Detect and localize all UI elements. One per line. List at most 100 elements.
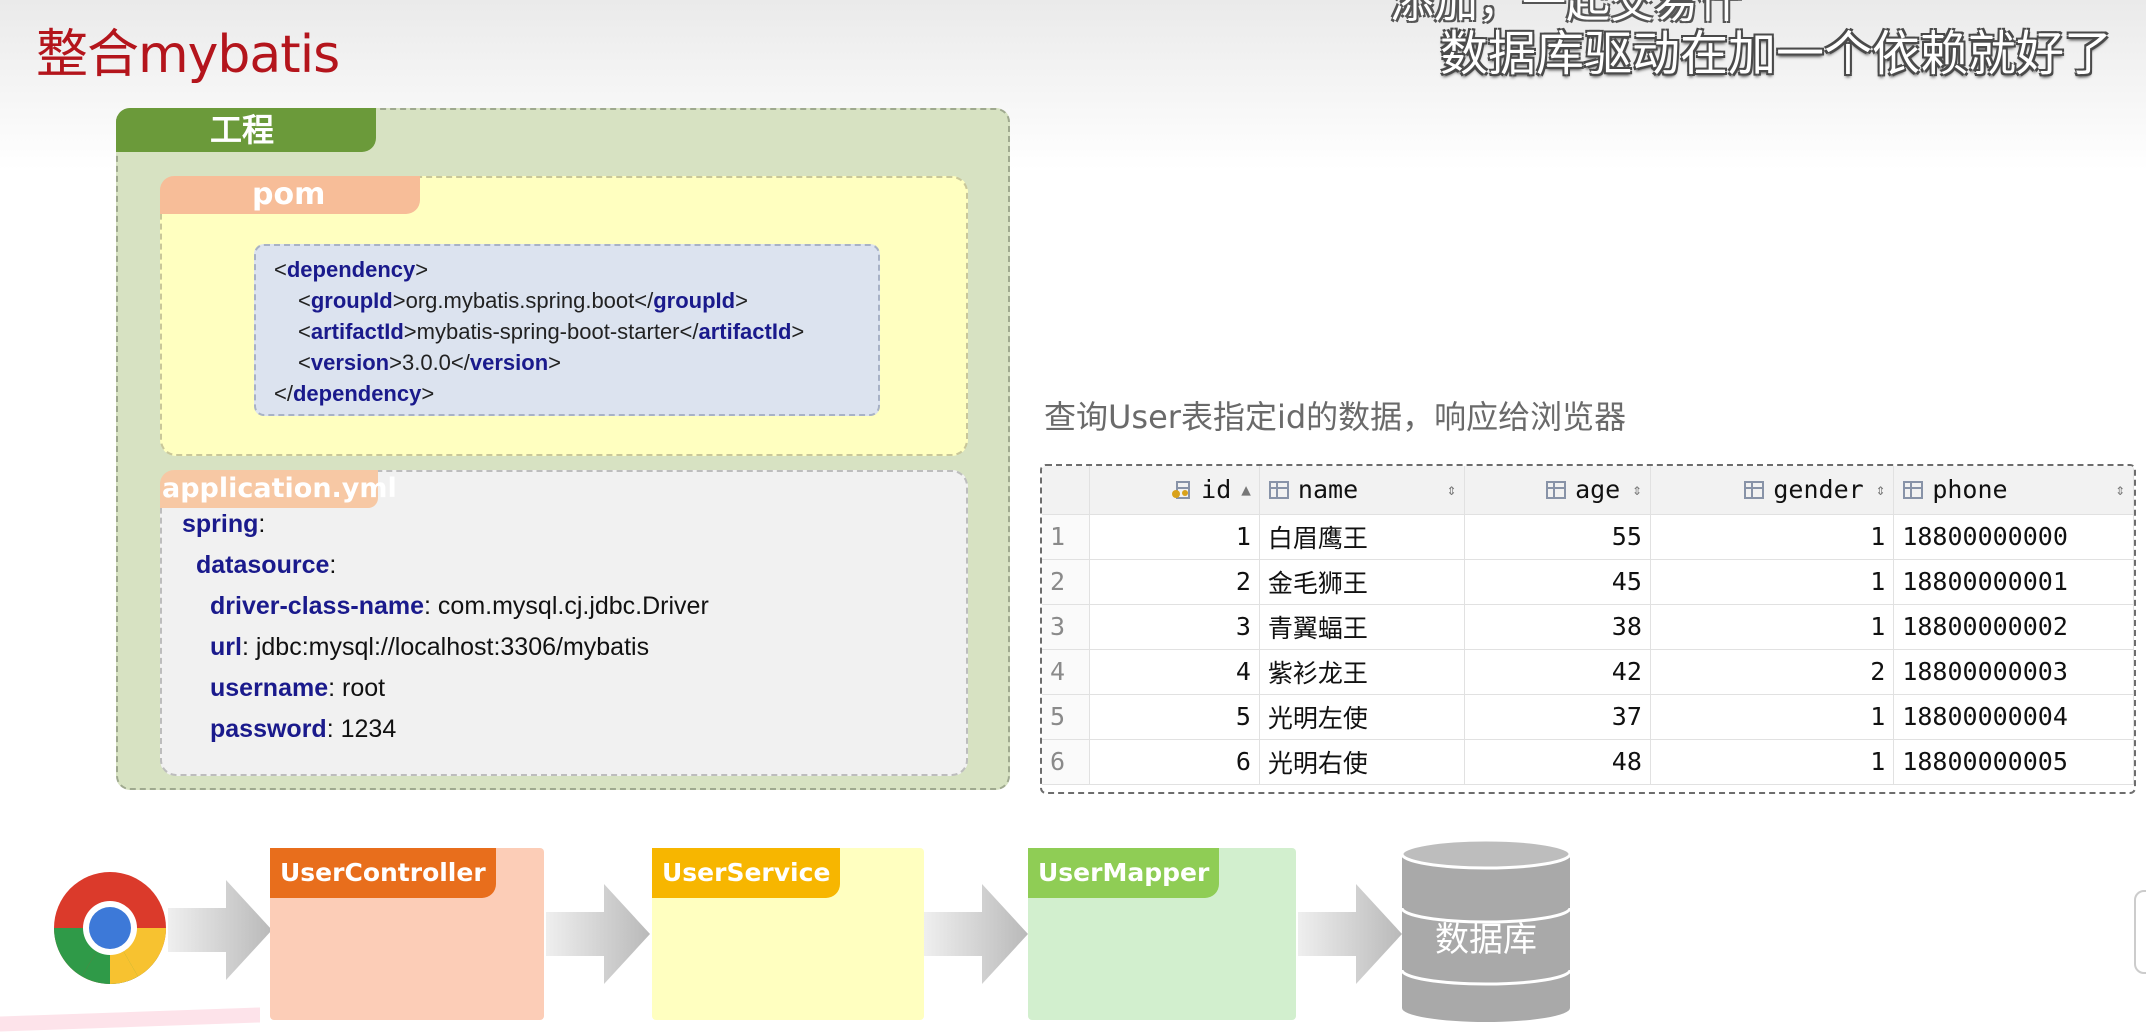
decorative-strip: [0, 1007, 260, 1032]
yml-line: username: root: [210, 674, 386, 702]
cell-id[interactable]: 5: [1089, 694, 1260, 740]
cell-gender[interactable]: 1: [1650, 694, 1895, 740]
sort-icon[interactable]: ⇕: [1876, 480, 1886, 499]
userservice-label: UserService: [652, 848, 841, 898]
row-number: 1: [1042, 514, 1091, 560]
column-icon: [1744, 480, 1765, 499]
result-grid: id ▲ name ⇕ age ⇕ gender ⇕ phone ⇕ 1 1 白…: [1040, 464, 2136, 794]
cell-age[interactable]: 38: [1464, 604, 1651, 650]
cell-id[interactable]: 3: [1089, 604, 1260, 650]
cell-name[interactable]: 白眉鹰王: [1259, 514, 1466, 560]
yml-line: url: jdbc:mysql://localhost:3306/mybatis: [210, 633, 650, 661]
cell-age[interactable]: 45: [1464, 559, 1651, 605]
chrome-browser-icon: [54, 872, 166, 985]
sort-icon[interactable]: ⇕: [1632, 480, 1642, 499]
row-number: 6: [1042, 739, 1091, 785]
yml-line: spring:: [182, 510, 266, 538]
yml-line: password: 1234: [210, 715, 397, 743]
code-line: <artifactId>mybatis-spring-boot-starter<…: [298, 319, 805, 344]
column-header-name[interactable]: name ⇕: [1259, 466, 1466, 515]
column-label: name: [1297, 475, 1359, 505]
row-number: 5: [1042, 694, 1091, 740]
yml-code: spring: datasource: driver-class-name: c…: [182, 504, 709, 750]
yml-line: driver-class-name: com.mysql.cj.jdbc.Dri…: [210, 592, 709, 620]
cell-name[interactable]: 光明右使: [1259, 739, 1466, 785]
yml-line: datasource:: [196, 551, 337, 579]
cell-age[interactable]: 42: [1464, 649, 1651, 695]
table-row[interactable]: 4 4 紫衫龙王 42 2 18800000003: [1042, 649, 2134, 695]
row-number: 3: [1042, 604, 1091, 650]
pom-tag: pom: [160, 176, 420, 214]
flow-arrow: [924, 884, 1028, 984]
database-label: 数据库: [1435, 920, 1537, 960]
cell-gender[interactable]: 2: [1650, 649, 1895, 695]
column-icon: [1903, 480, 1924, 499]
cell-id[interactable]: 6: [1089, 739, 1260, 785]
yml-panel: application.yml spring: datasource: driv…: [160, 470, 968, 776]
cell-phone[interactable]: 18800000004: [1893, 694, 2134, 740]
slide-title: 整合mybatis: [36, 25, 340, 85]
column-label: id: [1201, 475, 1232, 505]
table-row[interactable]: 5 5 光明左使 37 1 18800000004: [1042, 694, 2134, 740]
video-subtitle: 数据库驱动在加一个依赖就好了: [1440, 26, 2113, 82]
project-tag: 工程: [116, 108, 376, 152]
cell-age[interactable]: 37: [1464, 694, 1651, 740]
cell-name[interactable]: 金毛狮王: [1259, 559, 1466, 605]
flow-arrow: [546, 884, 650, 984]
table-row[interactable]: 1 1 白眉鹰王 55 1 18800000000: [1042, 514, 2134, 560]
cell-age[interactable]: 48: [1464, 739, 1651, 785]
column-header-id[interactable]: id ▲: [1089, 466, 1260, 515]
cell-gender[interactable]: 1: [1650, 559, 1895, 605]
primary-key-icon: [1172, 480, 1191, 499]
cell-id[interactable]: 4: [1089, 649, 1260, 695]
cell-id[interactable]: 2: [1089, 559, 1260, 605]
cell-name[interactable]: 紫衫龙王: [1259, 649, 1466, 695]
sort-icon[interactable]: ⇕: [2115, 480, 2125, 499]
yml-tag: application.yml: [160, 470, 397, 508]
result-table: id ▲ name ⇕ age ⇕ gender ⇕ phone ⇕ 1 1 白…: [1042, 466, 2134, 785]
cell-gender[interactable]: 1: [1650, 739, 1895, 785]
code-line: </dependency>: [274, 381, 435, 406]
column-header-age[interactable]: age ⇕: [1464, 466, 1651, 515]
flow-arrow: [1298, 884, 1402, 984]
dependency-code: <dependency> <groupId>org.mybatis.spring…: [254, 244, 880, 416]
table-row[interactable]: 3 3 青翼蝠王 38 1 18800000002: [1042, 604, 2134, 650]
table-row[interactable]: 2 2 金毛狮王 45 1 18800000001: [1042, 559, 2134, 605]
table-row[interactable]: 6 6 光明右使 48 1 18800000005: [1042, 739, 2134, 785]
query-caption: 查询User表指定id的数据，响应给浏览器: [1044, 398, 1627, 436]
row-number: 2: [1042, 559, 1091, 605]
usercontroller-box: UserController: [270, 848, 544, 1020]
column-header-phone[interactable]: phone ⇕: [1893, 466, 2134, 515]
cell-id[interactable]: 1: [1089, 514, 1260, 560]
usercontroller-label: UserController: [270, 848, 496, 898]
row-number: 4: [1042, 649, 1091, 695]
column-label: age: [1575, 475, 1621, 505]
column-header-gender[interactable]: gender ⇕: [1650, 466, 1895, 515]
code-line: <dependency>: [274, 257, 429, 282]
cell-name[interactable]: 光明左使: [1259, 694, 1466, 740]
column-icon: [1268, 480, 1289, 499]
userservice-box: UserService: [652, 848, 924, 1020]
column-label: phone: [1932, 475, 2008, 505]
cell-phone[interactable]: 18800000002: [1893, 604, 2134, 650]
cell-phone[interactable]: 18800000003: [1893, 649, 2134, 695]
cell-phone[interactable]: 18800000001: [1893, 559, 2134, 605]
column-icon: [1546, 480, 1567, 499]
code-line: <groupId>org.mybatis.spring.boot</groupI…: [298, 288, 748, 313]
row-number-header: [1042, 466, 1091, 515]
cell-phone[interactable]: 18800000000: [1893, 514, 2134, 560]
edge-widget[interactable]: [2134, 890, 2146, 974]
table-header-row: id ▲ name ⇕ age ⇕ gender ⇕ phone ⇕: [1042, 466, 2134, 515]
project-panel: 工程 pom <dependency> <groupId>org.mybatis…: [116, 108, 1010, 790]
cell-gender[interactable]: 1: [1650, 514, 1895, 560]
cell-name[interactable]: 青翼蝠王: [1259, 604, 1466, 650]
cell-gender[interactable]: 1: [1650, 604, 1895, 650]
cell-phone[interactable]: 18800000005: [1893, 739, 2134, 785]
usermapper-box: UserMapper: [1028, 848, 1296, 1020]
column-label: gender: [1773, 475, 1864, 505]
sort-asc-icon[interactable]: ▲: [1241, 480, 1251, 499]
flow-arrow: [168, 880, 272, 980]
sort-icon[interactable]: ⇕: [1447, 480, 1457, 499]
usermapper-label: UserMapper: [1028, 848, 1220, 898]
cell-age[interactable]: 55: [1464, 514, 1651, 560]
